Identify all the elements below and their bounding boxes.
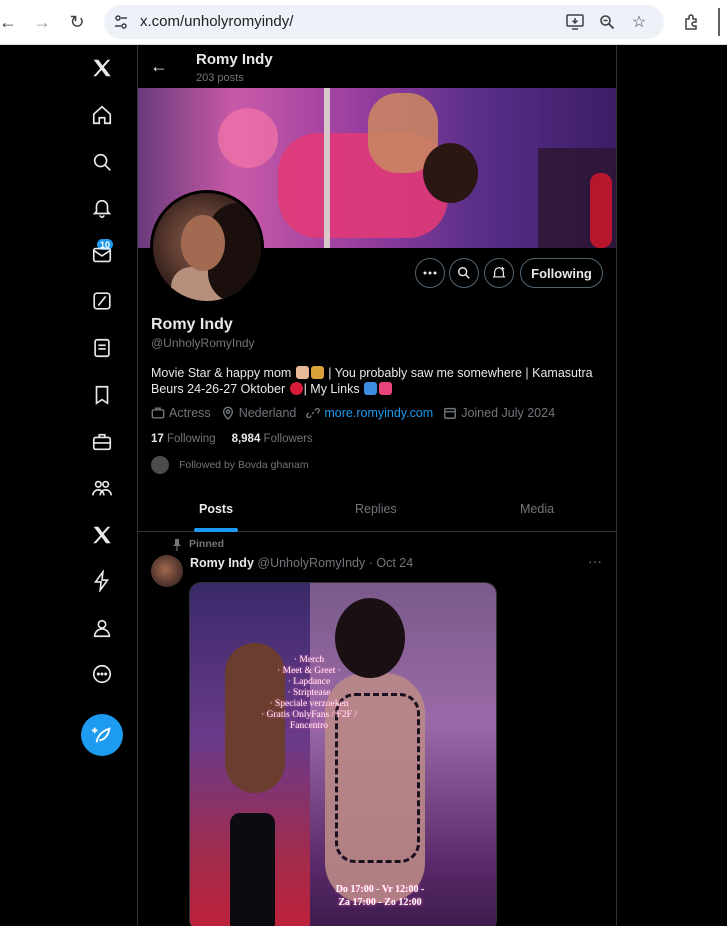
bookmark-star-icon[interactable]: ☆ (628, 11, 650, 33)
search-icon (458, 267, 470, 279)
briefcase-icon (151, 406, 165, 420)
profile-avatar[interactable] (150, 190, 264, 304)
home-icon[interactable] (88, 101, 116, 129)
occupation: Actress (169, 406, 211, 420)
post-author-name[interactable]: Romy Indy (190, 556, 254, 570)
ellipsis-icon (423, 271, 437, 275)
mirror-line: Fancentro (290, 721, 328, 731)
link-icon (306, 406, 321, 420)
more-icon[interactable] (88, 660, 116, 688)
tab-replies[interactable]: Replies (355, 502, 397, 516)
install-icon[interactable] (564, 11, 586, 33)
tab-posts[interactable]: Posts (199, 502, 233, 516)
premium-icon[interactable] (88, 521, 116, 549)
following-count: 17 (151, 433, 164, 445)
post-more-icon[interactable]: ··· (588, 553, 602, 569)
hours-line: Za 17:00 - Zo 12:00 (338, 897, 422, 908)
left-navigation: 10 (0, 45, 138, 926)
followers-stat[interactable]: 8,984 Followers (232, 433, 313, 445)
dog-emoji-icon (310, 366, 324, 379)
more-options-button[interactable] (415, 258, 445, 288)
profile-tabs: Posts Replies Media (138, 488, 616, 532)
feather-plus-icon (91, 727, 111, 743)
followers-count: 8,984 (231, 433, 261, 445)
tab-media[interactable]: Media (520, 502, 554, 516)
calendar-icon (443, 406, 457, 420)
hours-text: Do 17:00 - Vr 12:00 - Za 17:00 - Zo 12:0… (325, 883, 435, 909)
bookmarks-icon[interactable] (88, 381, 116, 409)
communities-icon[interactable] (88, 474, 116, 502)
pinned-label: Pinned (189, 538, 225, 550)
lips-emoji-icon (289, 382, 303, 395)
back-icon[interactable]: ← (0, 10, 20, 34)
menu-edge (718, 8, 720, 36)
compose-post-button[interactable] (81, 714, 123, 756)
hours-line: Do 17:00 - Vr 12:00 - (335, 884, 425, 895)
verified-orgs-icon[interactable] (88, 567, 116, 595)
followers-label: Followers (263, 433, 313, 445)
header-name: Romy Indy (196, 51, 273, 68)
reload-icon[interactable]: ↻ (65, 10, 89, 34)
heart-arrow-emoji-icon (379, 382, 393, 395)
profile-icon[interactable] (88, 614, 116, 642)
follow-stats: 17 Following 8,984 Followers (151, 433, 313, 445)
header-post-count: 203 posts (196, 72, 244, 84)
address-bar[interactable]: x.com/unholyromyindy/ ☆ (104, 5, 664, 39)
bell-plus-icon (492, 266, 506, 278)
back-arrow-icon[interactable]: ← (150, 56, 170, 76)
browser-toolbar: ← → ↻ x.com/unholyromyindy/ ☆ (0, 0, 727, 45)
jobs-icon[interactable] (88, 428, 116, 456)
following-button[interactable]: Following (520, 258, 603, 288)
follower-avatar (151, 456, 169, 474)
post-meta: @UnholyRomyIndy · Oct 24 (253, 556, 414, 570)
mirror-line: · Gratis OnlyFans / F2F / (261, 710, 357, 720)
profile-column: ← Romy Indy 203 posts Following Romy Ind… (138, 45, 617, 926)
post-header: Romy Indy @UnholyRomyIndy · Oct 24 (190, 556, 413, 570)
grok-icon[interactable] (88, 287, 116, 315)
profile-header-bar: ← Romy Indy 203 posts (138, 45, 616, 88)
post-media-image[interactable]: · Merch · Meet & Greet · · Lapdance · St… (189, 582, 497, 926)
mirror-text: · Merch · Meet & Greet · · Lapdance · St… (250, 655, 368, 732)
location-pin-icon (221, 406, 235, 421)
location: Nederland (238, 406, 297, 420)
explore-icon[interactable] (88, 148, 116, 176)
x-logo-icon[interactable] (88, 54, 116, 82)
profile-bio: Movie Star & happy mom | You probably sa… (151, 365, 601, 397)
forward-icon[interactable]: → (30, 10, 54, 34)
mirror-line: · Striptease (287, 688, 331, 698)
joined-date: Joined July 2024 (461, 406, 556, 420)
notify-button[interactable] (484, 258, 514, 288)
following-stat[interactable]: 17 Following (151, 433, 216, 445)
notifications-icon[interactable] (88, 194, 116, 222)
followed-by-text: Followed by Bovda ghanam (179, 459, 309, 471)
profile-handle: @UnholyRomyIndy (151, 336, 255, 350)
mirror-line: · Lapdance (287, 677, 331, 687)
pin-icon (173, 539, 181, 551)
extensions-icon[interactable] (680, 10, 704, 34)
website-link[interactable]: more.romyindy.com (324, 406, 433, 420)
mirror-line: · Meet & Greet · (277, 666, 341, 676)
active-tab-indicator (194, 528, 238, 532)
profile-name: Romy Indy (151, 316, 233, 333)
lists-icon[interactable] (88, 334, 116, 362)
bio-text-1: Movie Star & happy mom (151, 366, 295, 380)
zoom-icon[interactable] (596, 11, 618, 33)
mirror-line: · Merch (293, 655, 325, 665)
following-label: Following (167, 433, 216, 445)
messages-icon[interactable] (88, 241, 116, 269)
followed-by[interactable]: Followed by Bovda ghanam (151, 456, 309, 474)
search-profile-button[interactable] (449, 258, 479, 288)
mirror-line: · Speciale verzoeken (269, 699, 349, 709)
down-arrow-emoji-icon (364, 382, 378, 395)
post-author-avatar[interactable] (151, 555, 183, 587)
bio-text-3: | My Links (303, 382, 364, 396)
site-info-icon[interactable] (110, 11, 132, 33)
url-text[interactable]: x.com/unholyromyindy/ (140, 13, 293, 30)
woman-emoji-icon (295, 366, 309, 379)
right-column (617, 45, 727, 926)
profile-meta: Actress Nederland more.romyindy.com Join… (151, 406, 565, 421)
